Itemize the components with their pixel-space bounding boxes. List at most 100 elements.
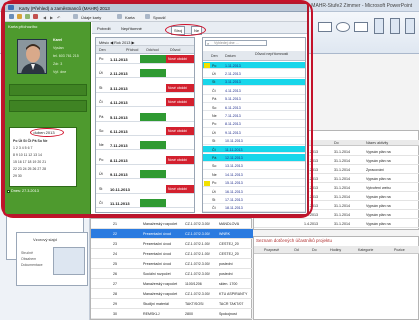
list-row[interactable]: 29 Studijní materiál TAKT/SOSI TACR TAKT/07 bbox=[91, 299, 253, 309]
day-row[interactable]: Čt 18.11.2013 bbox=[203, 205, 305, 213]
grid-row[interactable]: So 6.11.2013 Nové období bbox=[96, 127, 194, 136]
trigger-icon bbox=[145, 14, 150, 19]
delete-icon[interactable] bbox=[33, 14, 38, 19]
day-row[interactable]: Út 16.11.2013 bbox=[203, 188, 305, 196]
list-name: Manažerský rozpočet bbox=[143, 282, 178, 286]
slide-thumbnail-selected[interactable]: Vzorový slajd Stručně Obsahem Dokumentac… bbox=[16, 232, 88, 286]
calendar-week[interactable]: 8 9 10 11 12 13 14 bbox=[13, 153, 75, 160]
list-row[interactable]: 27 Manažerský rozpočet 1100/1206 sklen. 170… bbox=[91, 279, 253, 289]
list-row[interactable]: 30 REMSKLJ 2800 Spokojnost bbox=[91, 309, 253, 319]
forward-arrow-icon[interactable]: ▶ bbox=[50, 15, 53, 20]
toolbar-trigger[interactable]: Spoušť bbox=[153, 15, 166, 20]
day-row[interactable]: Ne 14.11.2013 bbox=[203, 171, 305, 179]
grid-date: 4.11.2013 bbox=[110, 100, 128, 106]
grid-col-reason: Důvod bbox=[170, 48, 181, 52]
slide-thumb-title: Vzorový slajd bbox=[33, 237, 57, 242]
list-row[interactable]: 23 Prezentační úvod CZ.1.07/2.1.00/CESTEJ_… bbox=[91, 239, 253, 249]
day-row[interactable]: So 6.11.2013 bbox=[203, 104, 305, 112]
departure-cell[interactable] bbox=[152, 184, 166, 193]
back-arrow-icon[interactable]: ◀ bbox=[43, 15, 46, 20]
day-row[interactable]: Pá 12.11.2013 bbox=[203, 154, 305, 162]
list-row[interactable]: 24 Prezentační úvod CZ.1.07/2.1.00/CESTEJ_… bbox=[91, 249, 253, 259]
month-calendar[interactable]: duben 2013 Po Út St Čt Pá So Ne 1 2 3 4 … bbox=[9, 127, 77, 187]
day-row[interactable]: Pá 5.11.2013 bbox=[203, 96, 305, 103]
day-row[interactable]: St 3.11.2013 bbox=[203, 78, 305, 87]
day-row[interactable]: Po 1.11.2013 bbox=[203, 62, 305, 70]
grid-row[interactable]: Pá 5.11.2013 bbox=[96, 112, 194, 122]
departure-cell[interactable] bbox=[152, 55, 166, 63]
grid-row[interactable]: Čt 11.11.2013 bbox=[96, 199, 194, 208]
departure-cell[interactable] bbox=[152, 83, 166, 92]
day-search-input[interactable]: Vyhledej dne ... bbox=[205, 40, 267, 46]
day-row[interactable]: So 13.11.2013 bbox=[203, 163, 305, 171]
day-list-header: Den Datum Důvod nepřítomnosti bbox=[203, 51, 305, 61]
day-row[interactable]: St 17.11.2013 bbox=[203, 196, 305, 204]
project-name: Vytvoření webu bbox=[366, 186, 391, 190]
day-row[interactable]: Čt 4.11.2013 bbox=[203, 87, 305, 95]
departure-cell[interactable] bbox=[152, 141, 166, 150]
grid-row[interactable]: Čt 4.11.2013 Nové období bbox=[96, 98, 194, 108]
calendar-week[interactable]: 22 23 24 25 26 27 28 bbox=[13, 167, 75, 174]
grid-row[interactable]: St 10.11.2013 Nové období bbox=[96, 184, 194, 194]
list-code: TAKT/SOSI bbox=[185, 302, 204, 306]
tab-absent[interactable]: Nepřítomné bbox=[121, 26, 142, 31]
calendar-week[interactable]: 29 30 bbox=[13, 174, 75, 181]
ribbon-arrange-icon[interactable] bbox=[354, 22, 368, 32]
slide-thumb-image bbox=[53, 247, 85, 275]
departure-cell[interactable] bbox=[152, 127, 166, 135]
participants-col: Pozice bbox=[394, 248, 405, 252]
day-row[interactable]: Ne 7.11.2013 bbox=[203, 112, 305, 120]
day-row[interactable]: Po 15.11.2013 bbox=[203, 180, 305, 187]
project-to: 31.1.2014 bbox=[334, 213, 350, 217]
calendar-week[interactable]: 15 16 17 18 19 20 21 bbox=[13, 160, 75, 167]
grid-row[interactable]: Út 2.11.2013 bbox=[96, 69, 194, 79]
day-row[interactable]: Čt 11.11.2013 bbox=[203, 146, 305, 154]
grid-row[interactable]: St 3.11.2013 Nové období bbox=[96, 83, 194, 93]
save-icon[interactable] bbox=[9, 14, 14, 19]
refresh-icon[interactable] bbox=[25, 14, 30, 19]
grid-date: 9.11.2013 bbox=[110, 172, 128, 178]
departure-cell[interactable] bbox=[152, 199, 166, 207]
departure-cell[interactable] bbox=[152, 170, 166, 179]
day-name: St bbox=[212, 80, 216, 85]
list-row[interactable]: 28 Manažerský rozpočet CZ.1.07/2.3.00/KTU … bbox=[91, 289, 253, 299]
day-row[interactable]: St 10.11.2013 bbox=[203, 138, 305, 145]
grid-date: 8.11.2013 bbox=[110, 157, 128, 163]
departure-cell[interactable] bbox=[152, 112, 166, 121]
day-date: 18.11.2013 bbox=[225, 206, 243, 211]
ribbon-shape-icon[interactable] bbox=[318, 22, 332, 32]
departure-cell[interactable] bbox=[152, 69, 166, 78]
day-row[interactable]: Po 8.11.2013 bbox=[203, 121, 305, 129]
today-checkbox[interactable] bbox=[7, 190, 10, 193]
user-detail: Vyř. dne bbox=[53, 70, 67, 74]
list-row[interactable]: 25 Prezentační úvod CZ.1.07/2.3.00/posledn… bbox=[91, 259, 253, 269]
ribbon-outline-icon[interactable] bbox=[405, 18, 415, 34]
departure-cell[interactable] bbox=[152, 98, 166, 107]
toolbar-card-data[interactable]: Údaje karty bbox=[81, 15, 101, 20]
grid-row[interactable]: Po 1.11.2013 Nové období bbox=[96, 55, 194, 64]
departure-cell[interactable] bbox=[152, 155, 166, 164]
day-name: Ne bbox=[212, 172, 217, 177]
project-name: Vypsán plán na bbox=[366, 213, 391, 217]
slide-thumb-line: Stručně bbox=[21, 251, 34, 255]
grid-period-selector[interactable]: Měsíc ◀ Rok 2013 ▶ bbox=[99, 40, 134, 45]
calendar-week[interactable]: 1 2 3 4 5 6 7 bbox=[13, 146, 75, 153]
list-row[interactable]: 21 Manažerský rozpočet CZ.1.07/2.3.00/MAND… bbox=[91, 219, 253, 229]
grid-row[interactable]: Po 8.11.2013 Nové období bbox=[96, 155, 194, 165]
list-row[interactable]: 22 Prezentační úvod CZ.1.07/2.3.00/WNRK bbox=[91, 229, 253, 239]
ribbon-oval-icon[interactable] bbox=[336, 22, 350, 32]
project-row[interactable]: 1.4.2013 31.1.2014 Vypsán plán na bbox=[254, 220, 419, 228]
toolbar-card[interactable]: Karta bbox=[125, 15, 135, 20]
grid-row[interactable]: Út 9.11.2013 bbox=[96, 170, 194, 180]
list-row[interactable]: 26 Sociální rozpočet CZ.1.07/2.3.00/posled… bbox=[91, 269, 253, 279]
grid-row[interactable]: Ne 7.11.2013 bbox=[96, 141, 194, 151]
grid-date: 1.11.2013 bbox=[110, 57, 128, 62]
grid-col-arrival: Příchod bbox=[126, 48, 139, 52]
day-row[interactable]: Út 9.11.2013 bbox=[203, 129, 305, 137]
undo-icon[interactable]: ↶ bbox=[57, 15, 60, 20]
tab-confirm[interactable]: Potvrdit bbox=[97, 26, 111, 31]
ribbon-fill-icon[interactable] bbox=[390, 18, 400, 34]
folder-icon[interactable] bbox=[17, 14, 22, 19]
ribbon-style-icon[interactable] bbox=[374, 18, 384, 34]
day-row[interactable]: Út 2.11.2013 bbox=[203, 70, 305, 78]
